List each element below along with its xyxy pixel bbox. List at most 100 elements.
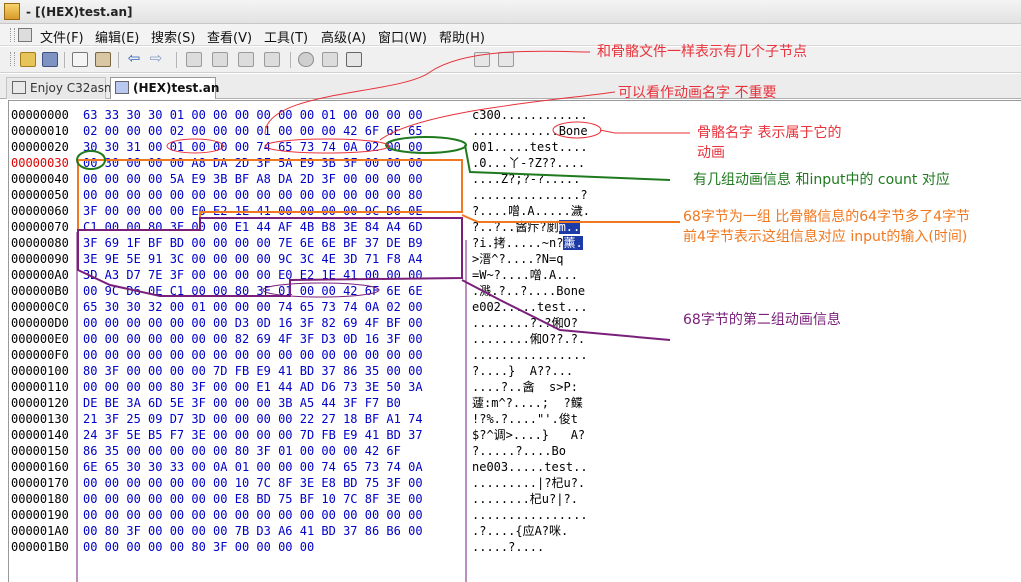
row-hex-bytes[interactable]: 00 30 00 00 00 A8 DA 2D 3F 5A E9 3B 3F 0… <box>83 155 423 171</box>
save-icon[interactable] <box>42 52 58 67</box>
tool-6-icon[interactable] <box>346 52 362 67</box>
row-ascii[interactable]: ....?..酓 s>P: <box>472 379 578 395</box>
tab-label: Enjoy C32asm <box>30 81 116 95</box>
row-offset: 00000190 <box>11 508 69 522</box>
row-hex-bytes[interactable]: 80 3F 00 00 00 00 7D FB E9 41 BD 37 86 3… <box>83 363 423 379</box>
menu-window[interactable]: 窗口(W) <box>378 27 427 46</box>
row-ascii[interactable]: 001.....test.... <box>472 139 588 155</box>
back-arrow-icon[interactable]: ⇦ <box>126 51 142 67</box>
annotation-bone-name-2: 动画 <box>697 145 725 161</box>
row-offset: 00000090 <box>11 252 69 266</box>
row-hex-bytes[interactable]: 6E 65 30 30 33 00 0A 01 00 00 00 74 65 7… <box>83 459 423 475</box>
tool-5-icon[interactable] <box>322 52 338 67</box>
row-ascii[interactable]: $?^调>....} A? <box>472 427 585 443</box>
row-hex-bytes[interactable]: 00 80 3F 00 00 00 00 7B D3 A6 41 BD 37 8… <box>83 523 423 539</box>
row-hex-bytes[interactable]: 00 00 00 00 00 00 00 82 69 4F 3F D3 0D 1… <box>83 331 423 347</box>
row-hex-bytes[interactable]: 65 30 30 32 00 01 00 00 00 74 65 73 74 0… <box>83 299 423 315</box>
forward-arrow-icon[interactable]: ⇨ <box>148 51 164 67</box>
row-ascii[interactable]: ........?.?俰O? <box>472 315 578 331</box>
row-hex-bytes[interactable]: 00 9C D6 0E C1 00 00 80 3F 01 00 00 42 6… <box>83 283 423 299</box>
row-offset: 00000130 <box>11 412 69 426</box>
tab-enjoy-c32asm[interactable]: Enjoy C32asm <box>6 77 116 99</box>
row-hex-bytes[interactable]: 3E 9E 5E 91 3C 00 00 00 00 9C 3C 4E 3D 7… <box>83 251 423 267</box>
row-hex-bytes[interactable]: 00 00 00 00 00 80 3F 00 00 00 00 <box>83 539 314 555</box>
row-hex-bytes[interactable]: C1 00 00 80 3F 00 00 E1 44 AF 4B B8 3E 8… <box>83 219 423 235</box>
tab-label: (HEX)test.an <box>133 81 220 95</box>
row-ascii[interactable]: ............Bone <box>472 123 588 139</box>
tool-3-icon[interactable] <box>238 52 254 67</box>
row-ascii[interactable]: 蘧:m^?....; ?鲽 <box>472 395 583 411</box>
tool-8-icon[interactable] <box>498 52 514 67</box>
tab-bar: Enjoy C32asm (HEX)test.an <box>0 74 1021 99</box>
row-hex-bytes[interactable]: 3F 69 1F BF BD 00 00 00 00 7E 6E 6E BF 3… <box>83 235 423 251</box>
row-ascii[interactable]: =W~?....噌.A... <box>472 267 578 283</box>
tool-4-icon[interactable] <box>264 52 280 67</box>
row-offset: 000000E0 <box>11 332 69 346</box>
row-offset: 00000120 <box>11 396 69 410</box>
title-bar: - [(HEX)test.an] <box>0 0 1021 24</box>
row-ascii[interactable]: .0...丫-?Z??.... <box>472 155 585 171</box>
row-ascii[interactable]: >溍^?....?N=q <box>472 251 563 267</box>
row-ascii[interactable]: c300............ <box>472 107 588 123</box>
row-hex-bytes[interactable]: 02 00 00 00 02 00 00 00 01 00 00 00 42 6… <box>83 123 423 139</box>
row-hex-bytes[interactable]: DE BE 3A 6D 5E 3F 00 00 00 3B A5 44 3F F… <box>83 395 401 411</box>
row-ascii[interactable]: ................ <box>472 507 588 523</box>
row-ascii[interactable]: ne003.....test.. <box>472 459 588 475</box>
toolbar-separator <box>290 52 291 68</box>
row-hex-bytes[interactable]: 3D A3 D7 7E 3F 00 00 00 00 E0 E2 1E 41 0… <box>83 267 423 283</box>
row-hex-bytes[interactable]: 86 35 00 00 00 00 00 80 3F 01 00 00 00 4… <box>83 443 401 459</box>
row-offset: 00000040 <box>11 172 69 186</box>
menu-view[interactable]: 查看(V) <box>207 27 252 46</box>
row-hex-bytes[interactable]: 3F 00 00 00 00 E0 E2 1E 41 00 00 00 00 9… <box>83 203 423 219</box>
row-ascii[interactable]: .?....{应A?咪. <box>472 523 568 539</box>
row-ascii[interactable]: ?....} A??... <box>472 363 573 379</box>
row-ascii[interactable]: e002.....test... <box>472 299 588 315</box>
menu-edit[interactable]: 编辑(E) <box>95 27 139 46</box>
row-hex-bytes[interactable]: 00 00 00 00 5A E9 3B BF A8 DA 2D 3F 00 0… <box>83 171 423 187</box>
row-offset: 00000000 <box>11 108 69 122</box>
tool-7-icon[interactable] <box>474 52 490 67</box>
row-ascii[interactable]: ?..?..酓疜?剫m.. <box>472 219 581 235</box>
row-hex-bytes[interactable]: 00 00 00 00 00 00 00 10 7C 8F 3E E8 BD 7… <box>83 475 423 491</box>
row-hex-bytes[interactable]: 00 00 00 00 00 00 00 D3 0D 16 3F 82 69 4… <box>83 315 423 331</box>
row-ascii[interactable]: .........|?杞u?. <box>472 475 585 491</box>
row-hex-bytes[interactable]: 21 3F 25 09 D7 3D 00 00 00 00 22 27 18 B… <box>83 411 423 427</box>
menu-file[interactable]: 文件(F) <box>40 27 84 46</box>
row-hex-bytes[interactable]: 00 00 00 00 00 00 00 00 00 00 00 00 00 0… <box>83 507 423 523</box>
row-hex-bytes[interactable]: 00 00 00 00 00 00 00 00 00 00 00 00 00 0… <box>83 187 423 203</box>
document-icon[interactable] <box>18 28 32 42</box>
row-hex-bytes[interactable]: 30 30 31 00 01 00 00 00 74 65 73 74 0A 0… <box>83 139 423 155</box>
row-hex-bytes[interactable]: 00 00 00 00 00 00 00 00 00 00 00 00 00 0… <box>83 347 423 363</box>
open-icon[interactable] <box>20 52 36 67</box>
annotation-second-group: 68字节的第二组动画信息 <box>683 312 841 328</box>
row-ascii[interactable]: ....Z?;?-?..... <box>472 171 580 187</box>
paste-icon[interactable] <box>95 52 111 67</box>
tab-hex-test-an[interactable]: (HEX)test.an <box>110 77 220 99</box>
tool-2-icon[interactable] <box>212 52 228 67</box>
row-ascii[interactable]: ?....噌.A.....濊. <box>472 203 590 219</box>
menu-tools[interactable]: 工具(T) <box>264 27 308 46</box>
row-ascii[interactable]: .溅.?..?....Bone <box>472 283 585 299</box>
row-hex-bytes[interactable]: 00 00 00 00 80 3F 00 00 E1 44 AD D6 73 3… <box>83 379 423 395</box>
row-ascii[interactable]: !?%.?...."'.俊t <box>472 411 578 427</box>
row-ascii[interactable]: ?i.拷.....~n?薰. <box>472 235 583 251</box>
row-ascii[interactable]: ........俰O??.?. <box>472 331 585 347</box>
tool-1-icon[interactable] <box>186 52 202 67</box>
row-ascii[interactable]: ................ <box>472 347 588 363</box>
row-offset: 00000100 <box>11 364 69 378</box>
annotation-68-bytes-2: 前4字节表示这组信息对应 input的输入(时间) <box>683 229 968 245</box>
settings-icon[interactable] <box>298 52 314 67</box>
menu-help[interactable]: 帮助(H) <box>439 27 485 46</box>
menu-advanced[interactable]: 高级(A) <box>321 27 366 46</box>
toolbar-separator <box>118 52 119 68</box>
row-hex-bytes[interactable]: 00 00 00 00 00 00 00 E8 BD 75 BF 10 7C 8… <box>83 491 423 507</box>
row-hex-bytes[interactable]: 63 33 30 30 01 00 00 00 00 00 00 01 00 0… <box>83 107 423 123</box>
row-ascii[interactable]: .....?.... <box>472 539 544 555</box>
row-ascii[interactable]: ?.....?....Bo <box>472 443 566 459</box>
row-offset: 000000C0 <box>11 300 69 314</box>
copy-icon[interactable] <box>72 52 88 67</box>
row-ascii[interactable]: ...............? <box>472 187 588 203</box>
menu-search[interactable]: 搜索(S) <box>151 27 195 46</box>
row-ascii[interactable]: ........杞u?|?. <box>472 491 578 507</box>
row-hex-bytes[interactable]: 24 3F 5E B5 F7 3E 00 00 00 00 7D FB E9 4… <box>83 427 423 443</box>
